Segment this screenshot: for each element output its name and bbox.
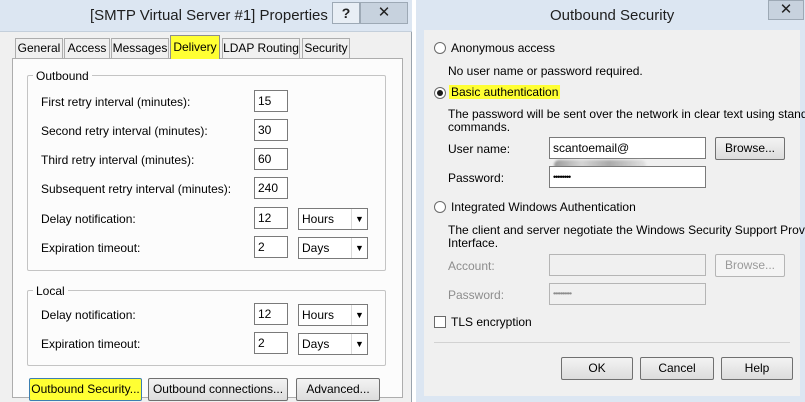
tab-access[interactable]: Access	[64, 38, 110, 59]
outbound-security-dialog: Outbound Security ✕ Anonymous access No …	[416, 0, 805, 402]
outbound-connections-button[interactable]: Outbound connections...	[148, 378, 288, 401]
local-delay-notification-input[interactable]: 12	[254, 303, 288, 325]
basic-password-label: Password:	[448, 171, 505, 185]
outbound-delay-notification-label: Delay notification:	[41, 212, 136, 226]
outbound-expiration-timeout-label: Expiration timeout:	[41, 241, 141, 255]
subsequent-retry-label: Subsequent retry interval (minutes):	[41, 182, 232, 196]
integrated-windows-auth-label[interactable]: Integrated Windows Authentication	[451, 200, 636, 214]
chevron-down-icon: ▼	[351, 238, 367, 258]
local-group-label: Local	[33, 284, 68, 298]
chevron-down-icon: ▼	[351, 334, 367, 354]
tab-general[interactable]: General	[15, 38, 63, 59]
separator	[434, 342, 790, 343]
integrated-password-input: ••••••••••	[549, 283, 706, 305]
basic-description-line-1: The password will be sent over the netwo…	[448, 107, 805, 121]
dialog-close-button[interactable]: ✕	[768, 0, 804, 20]
tab-delivery[interactable]: Delivery	[170, 35, 220, 59]
basic-authentication-label[interactable]: Basic authentication	[449, 85, 561, 99]
chevron-down-icon: ▼	[351, 305, 367, 325]
first-retry-label: First retry interval (minutes):	[41, 95, 191, 109]
tab-messages[interactable]: Messages	[111, 38, 169, 59]
third-retry-label: Third retry interval (minutes):	[41, 153, 195, 167]
close-icon: ✕	[779, 1, 793, 18]
window-title: [SMTP Virtual Server #1] Properties	[90, 7, 328, 24]
help-dialog-button[interactable]: Help	[721, 357, 793, 380]
title-bar: [SMTP Virtual Server #1] Properties ? ✕	[0, 0, 412, 32]
user-name-browse-button[interactable]: Browse...	[715, 137, 785, 160]
smtp-properties-window: [SMTP Virtual Server #1] Properties ? ✕ …	[0, 0, 412, 402]
close-icon: ✕	[377, 4, 391, 21]
ok-button[interactable]: OK	[561, 357, 633, 380]
help-button[interactable]: ?	[332, 2, 360, 24]
advanced-button[interactable]: Advanced...	[296, 378, 380, 401]
second-retry-input[interactable]: 30	[254, 119, 288, 141]
local-expiration-timeout-unit-select[interactable]: Days ▼	[298, 333, 368, 355]
dialog-title: Outbound Security	[550, 7, 675, 24]
account-label: Account:	[448, 259, 495, 273]
subsequent-retry-input[interactable]: 240	[254, 177, 288, 199]
cancel-button[interactable]: Cancel	[640, 357, 714, 380]
integrated-description-line-1: The client and server negotiate the Wind…	[448, 223, 805, 237]
local-expiration-timeout-input[interactable]: 2	[254, 332, 288, 354]
integrated-description-line-2: Interface.	[448, 236, 499, 250]
outbound-expiration-unit-value: Days	[302, 241, 330, 255]
second-retry-label: Second retry interval (minutes):	[41, 124, 208, 138]
user-name-value: scantoemail@	[553, 141, 630, 155]
outbound-security-button[interactable]: Outbound Security...	[29, 378, 142, 401]
local-delay-notification-unit-select[interactable]: Hours ▼	[298, 304, 368, 326]
local-delay-notification-label: Delay notification:	[41, 308, 136, 322]
tab-security[interactable]: Security	[302, 38, 350, 59]
anonymous-access-label[interactable]: Anonymous access	[451, 41, 555, 55]
third-retry-input[interactable]: 60	[254, 148, 288, 170]
basic-description-line-2: commands.	[448, 120, 511, 134]
tls-encryption-checkbox[interactable]	[434, 316, 446, 328]
local-expiration-timeout-label: Expiration timeout:	[41, 337, 141, 351]
outbound-delay-notification-unit-select[interactable]: Hours ▼	[298, 208, 368, 230]
local-expiration-unit-value: Days	[302, 337, 330, 351]
integrated-windows-auth-radio[interactable]	[434, 201, 446, 213]
chevron-down-icon: ▼	[351, 209, 367, 229]
local-delay-unit-value: Hours	[302, 308, 335, 322]
outbound-expiration-timeout-unit-select[interactable]: Days ▼	[298, 237, 368, 259]
user-name-label: User name:	[448, 142, 511, 156]
anonymous-access-description: No user name or password required.	[448, 64, 643, 78]
tab-ldap-routing[interactable]: LDAP Routing	[222, 38, 300, 59]
outbound-delay-notification-input[interactable]: 12	[254, 207, 288, 229]
anonymous-access-radio[interactable]	[434, 42, 446, 54]
account-browse-button: Browse...	[715, 254, 785, 277]
integrated-password-label: Password:	[448, 288, 505, 302]
close-button[interactable]: ✕	[360, 2, 408, 24]
outbound-delay-unit-value: Hours	[302, 212, 335, 226]
basic-authentication-radio[interactable]	[434, 87, 446, 99]
first-retry-input[interactable]: 15	[254, 90, 288, 112]
user-name-input[interactable]: scantoemail@	[549, 137, 706, 170]
basic-password-input[interactable]: ••••••••	[549, 166, 706, 188]
dialog-body: Anonymous access No user name or passwor…	[424, 30, 805, 396]
outbound-expiration-timeout-input[interactable]: 2	[254, 236, 288, 258]
account-input	[549, 254, 706, 276]
outbound-group-label: Outbound	[33, 69, 92, 83]
tls-encryption-label[interactable]: TLS encryption	[451, 315, 532, 329]
